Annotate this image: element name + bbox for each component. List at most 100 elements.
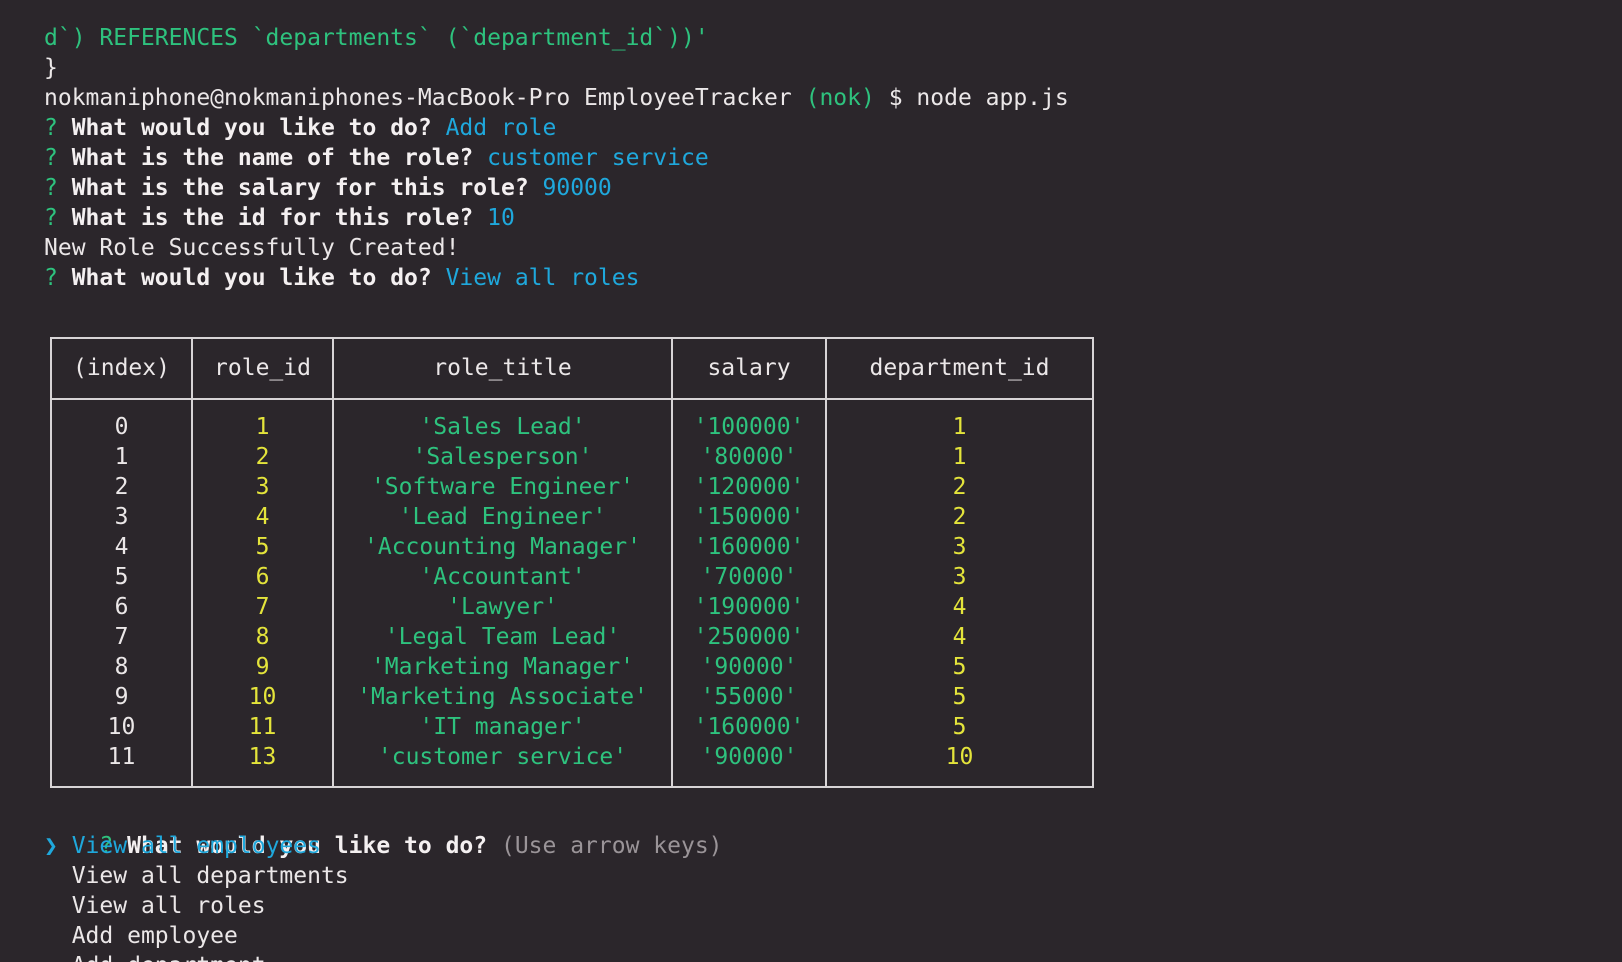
terminal-line: ? What would you like to do? View all ro… xyxy=(44,263,639,293)
menu-item[interactable]: View all roles xyxy=(44,891,266,921)
terminal-line: d`) REFERENCES `departments` (`departmen… xyxy=(44,23,709,53)
table-cell: 10 xyxy=(107,714,136,740)
table-cell: 1 xyxy=(952,444,967,470)
terminal-line: ? What is the salary for this role? 9000… xyxy=(44,173,612,203)
table-cell: 1 xyxy=(952,414,967,440)
terminal-line: ? What would you like to do? Add role xyxy=(44,113,556,143)
table-cell: 10 xyxy=(945,744,974,770)
table-cell: '70000' xyxy=(700,564,798,590)
line-segment: What is the salary for this role? xyxy=(71,175,543,201)
menu-item[interactable]: Add employee xyxy=(44,921,238,951)
menu-item[interactable]: View all departments xyxy=(44,861,349,891)
table-cell: 4 xyxy=(114,534,129,560)
table-cell: 'Lead Engineer' xyxy=(398,504,607,530)
table-cell: 'Marketing Manager' xyxy=(370,654,635,680)
table-cell: 5 xyxy=(255,534,270,560)
table-cell: 5 xyxy=(952,714,967,740)
line-segment: 10 xyxy=(487,205,515,231)
menu-item-indent xyxy=(44,863,72,889)
table-cell: 10 xyxy=(248,684,277,710)
line-segment: customer service xyxy=(487,145,709,171)
table-cell: 'Salesperson' xyxy=(412,444,593,470)
menu-item[interactable]: Add department xyxy=(44,951,266,962)
line-segment: (nok) xyxy=(805,85,875,111)
menu-item-label: View all departments xyxy=(71,863,349,889)
line-segment: What would you like to do? xyxy=(71,265,446,291)
menu-item-indent xyxy=(44,923,72,949)
line-segment: 90000 xyxy=(542,175,612,201)
table-cell: '120000' xyxy=(693,474,805,500)
table-cell: '100000' xyxy=(693,414,805,440)
table-cell: 2 xyxy=(114,474,129,500)
table-cell: 4 xyxy=(952,624,967,650)
prompt-line: ? What would you like to do? (Use arrow … xyxy=(44,801,722,859)
table-cell: 'Software Engineer' xyxy=(370,474,635,500)
line-segment: ? xyxy=(44,175,72,201)
table-cell: 3 xyxy=(255,474,270,500)
table-cell: 3 xyxy=(952,564,967,590)
line-segment: ? xyxy=(44,265,72,291)
line-segment: $ node app.js xyxy=(874,85,1069,111)
table-cell: 6 xyxy=(255,564,270,590)
line-segment: d`) REFERENCES `departments` (`departmen… xyxy=(44,25,709,51)
table-header-cell: department_id xyxy=(869,355,1050,381)
table-header-divider xyxy=(52,398,1092,400)
table-cell: 1 xyxy=(114,444,129,470)
table-header-cell: role_id xyxy=(214,355,311,381)
line-segment: View all roles xyxy=(445,265,640,291)
table-cell: 3 xyxy=(114,504,129,530)
pointer-icon: ❯ xyxy=(44,833,72,859)
terminal-line: ? What is the name of the role? customer… xyxy=(44,143,709,173)
table-cell: 'Sales Lead' xyxy=(419,414,586,440)
table-cell: '55000' xyxy=(700,684,798,710)
table-cell: '160000' xyxy=(693,534,805,560)
table-cell: 9 xyxy=(255,654,270,680)
table-header-cell: role_title xyxy=(433,355,572,381)
line-segment: Add role xyxy=(445,115,557,141)
table-cell: 6 xyxy=(114,594,129,620)
table-cell: 3 xyxy=(952,534,967,560)
table-cell: 0 xyxy=(114,414,129,440)
menu-item-indent xyxy=(44,953,72,962)
table-cell: 'IT manager' xyxy=(419,714,586,740)
line-segment: What would you like to do? xyxy=(71,115,446,141)
table-cell: 5 xyxy=(952,654,967,680)
line-segment: ? xyxy=(44,115,72,141)
table-cell: 2 xyxy=(255,444,270,470)
menu-item[interactable]: ❯ View all employees xyxy=(44,831,321,861)
table-cell: 5 xyxy=(952,684,967,710)
table-cell: 11 xyxy=(107,744,136,770)
terminal-line: nokmaniphone@nokmaniphones-MacBook-Pro E… xyxy=(44,83,1069,113)
menu-item-label: View all roles xyxy=(71,893,266,919)
table-header-cell: (index) xyxy=(73,355,170,381)
menu-item-label: View all employees xyxy=(71,833,321,859)
table-cell: 'customer service' xyxy=(377,744,628,770)
table-cell: 'Legal Team Lead' xyxy=(384,624,621,650)
line-segment: ? xyxy=(44,205,72,231)
prompt-hint: (Use arrow keys) xyxy=(500,833,723,859)
table-cell: 5 xyxy=(114,564,129,590)
line-segment: New Role Successfully Created! xyxy=(44,235,460,261)
roles-table: (index) role_id role_title salary department… xyxy=(50,337,1094,788)
table-cell: 'Marketing Associate' xyxy=(357,684,648,710)
table-cell: 7 xyxy=(255,594,270,620)
table-cell: '160000' xyxy=(693,714,805,740)
table-cell: 13 xyxy=(248,744,277,770)
terminal-window[interactable]: d`) REFERENCES `departments` (`departmen… xyxy=(0,0,1622,962)
terminal-line: New Role Successfully Created! xyxy=(44,233,459,263)
menu-item-indent xyxy=(44,893,72,919)
table-cell: 2 xyxy=(952,504,967,530)
table-header-cell: salary xyxy=(707,355,791,381)
table-cell: '90000' xyxy=(700,744,798,770)
table-cell: 'Accountant' xyxy=(419,564,586,590)
table-cell: '90000' xyxy=(700,654,798,680)
line-segment: What is the id for this role? xyxy=(71,205,488,231)
table-cell: 8 xyxy=(114,654,129,680)
table-cell: '190000' xyxy=(693,594,805,620)
table-cell: '150000' xyxy=(693,504,805,530)
table-cell: '80000' xyxy=(700,444,798,470)
table-cell: 9 xyxy=(114,684,129,710)
table-cell: 1 xyxy=(255,414,270,440)
table-cell: 2 xyxy=(952,474,967,500)
table-cell: 4 xyxy=(952,594,967,620)
